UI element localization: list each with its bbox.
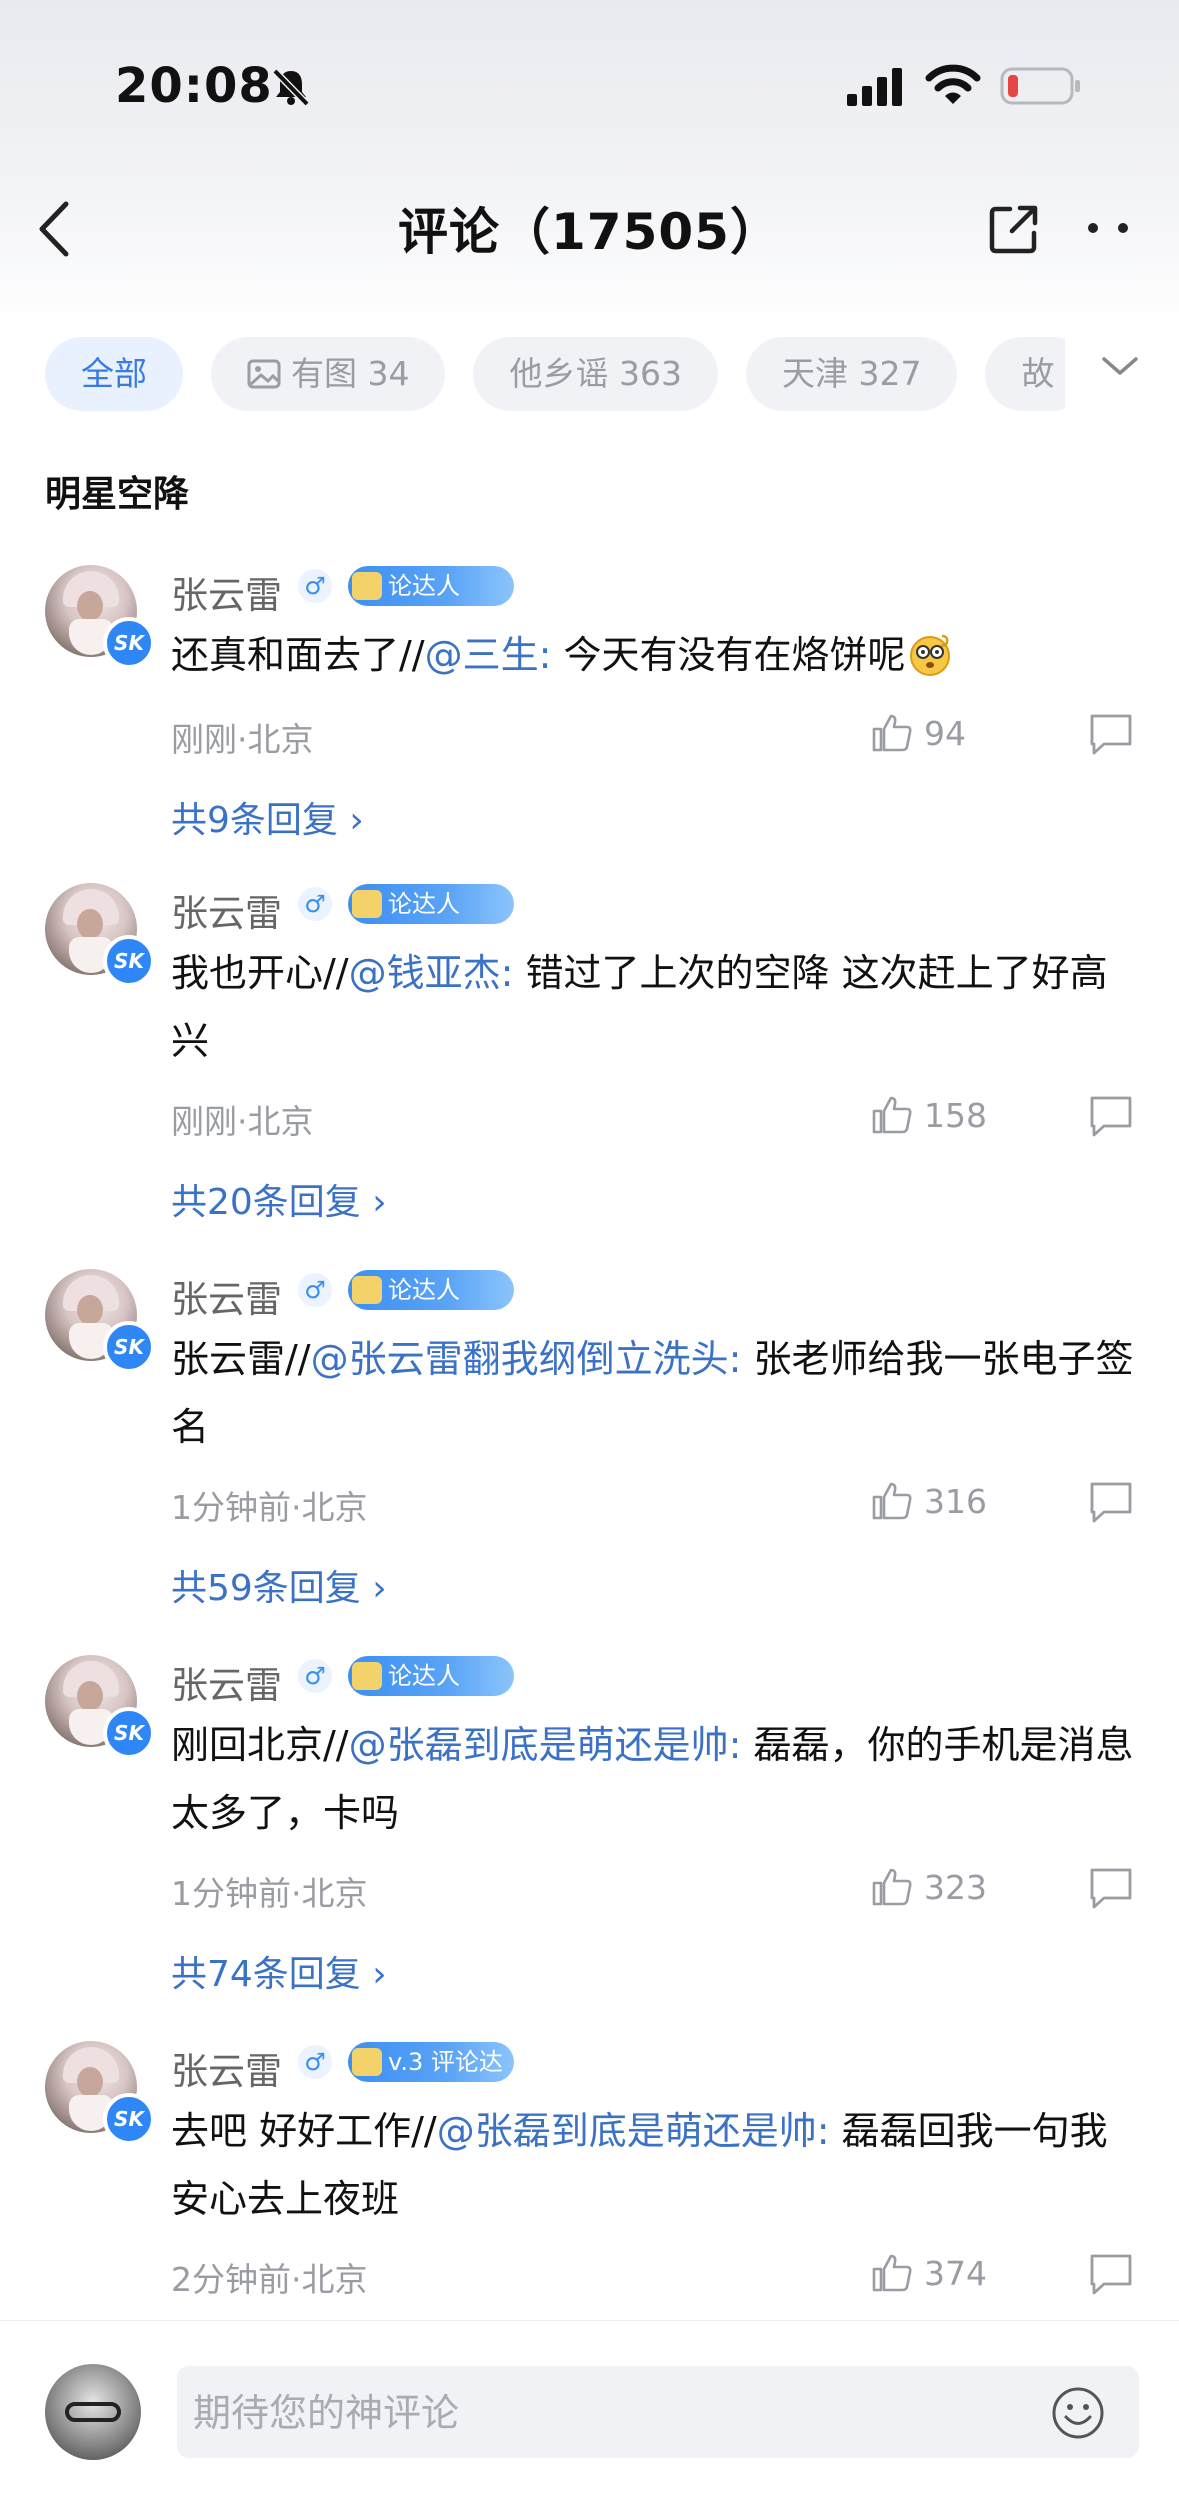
- reply-icon[interactable]: [1088, 1480, 1134, 1524]
- comment-meta: 1分钟前·北京: [171, 1488, 368, 1527]
- like-button[interactable]: 94: [870, 710, 990, 756]
- user-name[interactable]: 张云雷: [171, 883, 282, 937]
- male-icon: ♂: [298, 887, 332, 921]
- user-name[interactable]: 张云雷: [171, 1655, 282, 1709]
- comment-meta: 刚刚·北京: [171, 720, 314, 759]
- verified-icon: SK: [103, 1707, 155, 1759]
- badge-icon: [352, 572, 382, 600]
- chip-with-image[interactable]: 有图 34: [211, 337, 446, 411]
- mention-link[interactable]: @张云雷翻我纲倒立洗头:: [311, 1337, 742, 1381]
- avatar[interactable]: SK: [45, 1655, 155, 1759]
- comment-item: SK 张云雷 ♂ v.3 评论达 去吧 好好工作//@张磊到底是萌还是帅: 磊磊…: [0, 2041, 1179, 2311]
- mention-link[interactable]: @钱亚杰:: [349, 951, 514, 995]
- user-badge: 论达人: [348, 1270, 514, 1310]
- like-button[interactable]: 323: [870, 1864, 990, 1910]
- comment-text[interactable]: 去吧 好好工作//@张磊到底是萌还是帅: 磊磊回我一句我安心去上夜班: [171, 2097, 1141, 2233]
- bell-slash-icon: [272, 68, 310, 107]
- avatar[interactable]: SK: [45, 883, 155, 987]
- comment-item: SK 张云雷 ♂ 论达人 我也开心//@钱亚杰: 错过了上次的空降 这次赶上了好…: [0, 883, 1179, 1243]
- view-replies-link[interactable]: 共74条回复 ›: [171, 1945, 387, 1997]
- comment-item: SK 张云雷 ♂ 论达人 刚回北京//@张磊到底是萌还是帅: 磊磊，你的手机是消…: [0, 1655, 1179, 2015]
- dizzy-face-emoji: [909, 634, 950, 676]
- chip-tag[interactable]: 天津 327: [745, 337, 958, 411]
- thumbs-up-icon: [872, 2254, 912, 2292]
- view-replies-link[interactable]: 共59条回复 ›: [171, 1559, 387, 1611]
- thumbs-up-icon: [872, 714, 912, 752]
- like-count: 158: [924, 1096, 987, 1135]
- chip-all[interactable]: 全部: [45, 337, 183, 411]
- image-icon: [247, 359, 281, 389]
- chevron-down-icon[interactable]: [1100, 355, 1140, 379]
- like-button[interactable]: 374: [870, 2250, 990, 2296]
- male-icon: ♂: [298, 1659, 332, 1693]
- badge-icon: [352, 1276, 382, 1304]
- battery-low-icon: [1000, 67, 1080, 105]
- user-name[interactable]: 张云雷: [171, 2041, 282, 2095]
- reply-icon[interactable]: [1088, 712, 1134, 756]
- comment-text[interactable]: 我也开心//@钱亚杰: 错过了上次的空降 这次赶上了好高兴: [171, 939, 1141, 1075]
- user-badge: 论达人: [348, 1656, 514, 1696]
- section-title: 明星空降: [45, 474, 190, 515]
- status-time: 20:08: [115, 58, 273, 114]
- reply-icon[interactable]: [1088, 1866, 1134, 1910]
- chip-tag[interactable]: 他乡谣 363: [473, 337, 718, 411]
- wifi-icon: [925, 64, 981, 104]
- thumbs-up-icon: [872, 1868, 912, 1906]
- user-name[interactable]: 张云雷: [171, 565, 282, 619]
- thumbs-up-icon: [872, 1482, 912, 1520]
- chip-label: 有图 34: [291, 354, 410, 393]
- reply-icon[interactable]: [1088, 1094, 1134, 1138]
- mention-link[interactable]: @张磊到底是萌还是帅:: [349, 1723, 742, 1767]
- comment-item: SK 张云雷 ♂ 论达人 还真和面去了//@三生: 今天有没有在烙饼呢 刚刚·北…: [0, 565, 1179, 865]
- badge-icon: [352, 2048, 382, 2076]
- comment-composer: [0, 2320, 1179, 2498]
- smile-icon[interactable]: [1051, 2386, 1105, 2440]
- like-count: 323: [924, 1868, 987, 1907]
- share-icon[interactable]: [988, 203, 1040, 255]
- male-icon: ♂: [298, 1273, 332, 1307]
- mention-link[interactable]: @三生:: [425, 633, 552, 677]
- my-avatar[interactable]: [45, 2364, 141, 2460]
- chip-tag[interactable]: 故: [985, 337, 1065, 411]
- signal-icon: [847, 68, 902, 106]
- verified-icon: SK: [103, 2093, 155, 2145]
- verified-icon: SK: [103, 1321, 155, 1373]
- comment-text[interactable]: 刚回北京//@张磊到底是萌还是帅: 磊磊，你的手机是消息太多了，卡吗: [171, 1711, 1141, 1847]
- status-bar: 20:08: [0, 0, 1179, 170]
- view-replies-link[interactable]: 共20条回复 ›: [171, 1173, 387, 1225]
- comment-input[interactable]: [191, 2366, 1015, 2460]
- badge-icon: [352, 890, 382, 918]
- comment-meta: 1分钟前·北京: [171, 1874, 368, 1913]
- reply-icon[interactable]: [1088, 2252, 1134, 2296]
- thumbs-up-icon: [872, 1096, 912, 1134]
- badge-icon: [352, 1662, 382, 1690]
- mention-link[interactable]: @张磊到底是萌还是帅:: [437, 2109, 830, 2153]
- comment-item: SK 张云雷 ♂ 论达人 张云雷//@张云雷翻我纲倒立洗头: 张老师给我一张电子…: [0, 1269, 1179, 1629]
- male-icon: ♂: [298, 2045, 332, 2079]
- user-badge: v.3 评论达: [348, 2042, 514, 2082]
- like-button[interactable]: 316: [870, 1478, 990, 1524]
- comment-meta: 刚刚·北京: [171, 1102, 314, 1141]
- like-count: 374: [924, 2254, 987, 2293]
- avatar[interactable]: SK: [45, 565, 155, 669]
- male-icon: ♂: [298, 569, 332, 603]
- verified-icon: SK: [103, 935, 155, 987]
- like-button[interactable]: 158: [870, 1092, 990, 1138]
- like-count: 316: [924, 1482, 987, 1521]
- verified-icon: SK: [103, 617, 155, 669]
- avatar[interactable]: SK: [45, 1269, 155, 1373]
- user-name[interactable]: 张云雷: [171, 1269, 282, 1323]
- comment-text[interactable]: 还真和面去了//@三生: 今天有没有在烙饼呢: [171, 621, 1141, 689]
- user-badge: 论达人: [348, 884, 514, 924]
- comment-input-box[interactable]: [177, 2366, 1139, 2460]
- comment-text[interactable]: 张云雷//@张云雷翻我纲倒立洗头: 张老师给我一张电子签名: [171, 1325, 1141, 1461]
- comment-meta: 2分钟前·北京: [171, 2260, 368, 2299]
- more-icon[interactable]: [1085, 218, 1135, 238]
- avatar[interactable]: SK: [45, 2041, 155, 2145]
- view-replies-link[interactable]: 共9条回复 ›: [171, 791, 364, 843]
- user-badge: 论达人: [348, 566, 514, 606]
- filter-chips: 全部 有图 34 他乡谣 363 天津 327 故: [45, 337, 1065, 411]
- like-count: 94: [924, 714, 966, 753]
